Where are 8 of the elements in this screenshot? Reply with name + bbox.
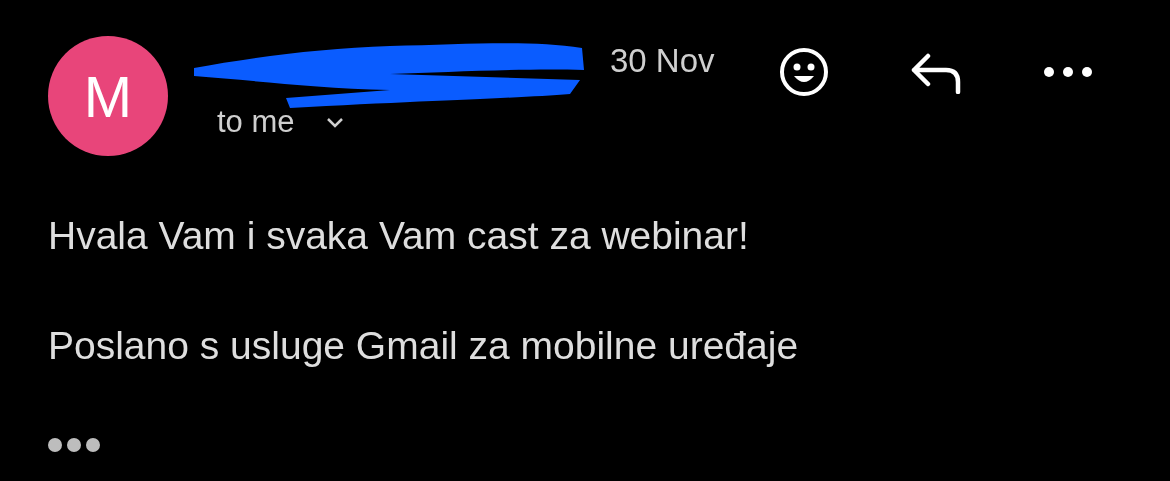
chevron-down-icon[interactable] (324, 115, 345, 129)
message-text: Hvala Vam i svaka Vam cast za webinar! (48, 214, 750, 258)
more-icon (1043, 66, 1093, 78)
message-text: Poslano s usluge Gmail za mobilne uređaje (48, 324, 800, 368)
date: 30 Nov (610, 42, 715, 80)
avatar: M (48, 36, 168, 156)
recipient: to me (217, 104, 295, 140)
smiley-icon (778, 46, 830, 98)
